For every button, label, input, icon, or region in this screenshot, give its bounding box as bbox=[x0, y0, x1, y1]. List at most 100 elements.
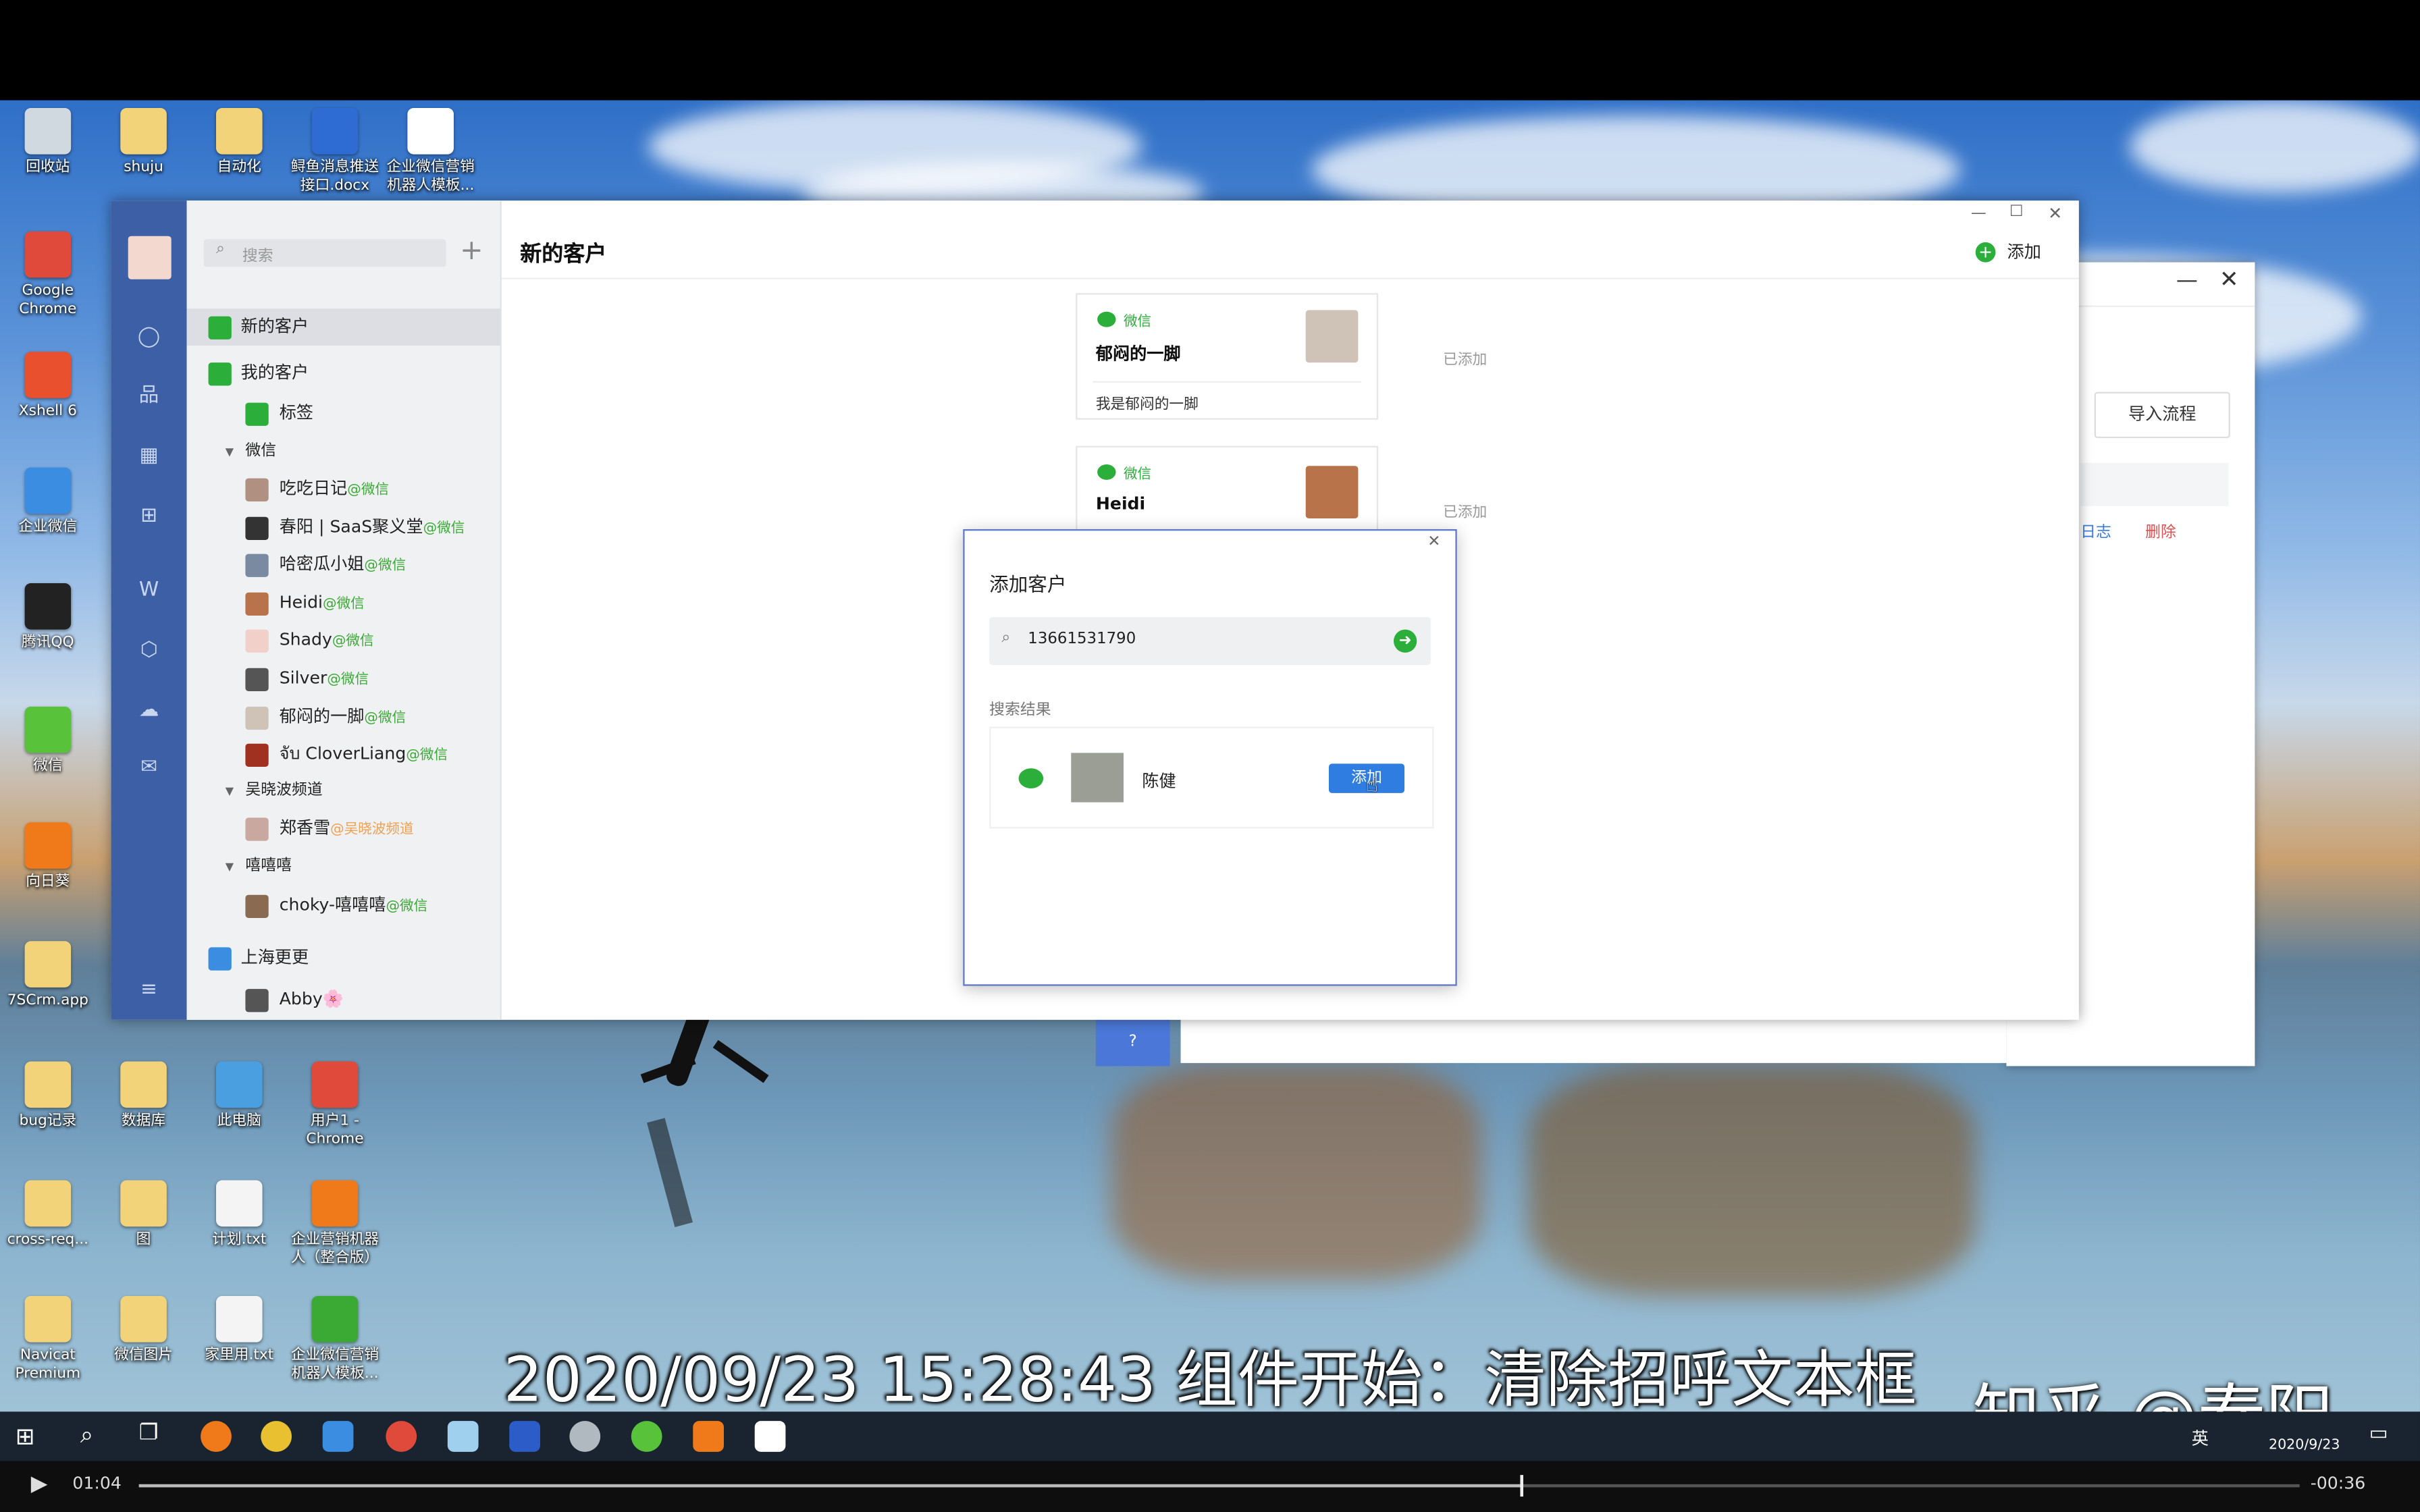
menu-icon[interactable]: ≡ bbox=[136, 977, 162, 1003]
search-go-icon[interactable]: ➜ bbox=[1393, 629, 1417, 653]
group-wechat[interactable]: ▼ 微信 bbox=[187, 433, 500, 470]
contact-avatar bbox=[245, 516, 269, 540]
chat-icon[interactable]: ◯ bbox=[136, 324, 162, 350]
add-plus-button[interactable]: + bbox=[460, 234, 483, 267]
contact-item[interactable]: Heidi@微信 bbox=[187, 585, 500, 622]
desktop-icon[interactable]: Xshell 6 bbox=[0, 352, 96, 421]
tray-date[interactable]: 2020/9/23 bbox=[2269, 1438, 2340, 1453]
taskbar-app-icon[interactable] bbox=[322, 1421, 354, 1452]
nav-tags[interactable]: 标签 bbox=[187, 395, 500, 432]
play-icon[interactable]: ▶ bbox=[31, 1472, 48, 1497]
contact-item[interactable]: choky-嘻嘻嘻@微信 bbox=[187, 887, 500, 924]
taskbar-app-icon[interactable] bbox=[509, 1421, 540, 1452]
desktop-icon[interactable]: 鲟鱼消息推送 接口.docx bbox=[287, 107, 383, 196]
contact-item[interactable]: 郑香雪@吴晓波频道 bbox=[187, 810, 500, 847]
apps-icon[interactable]: ⊞ bbox=[136, 503, 162, 529]
avatar[interactable] bbox=[128, 236, 172, 279]
contact-avatar bbox=[245, 817, 269, 841]
file-icon bbox=[24, 941, 72, 988]
notification-icon[interactable]: ▭ bbox=[2369, 1422, 2388, 1445]
ime-indicator[interactable]: 英 bbox=[2192, 1426, 2209, 1451]
windows-start-icon[interactable]: ⊞ bbox=[16, 1422, 35, 1450]
help-icon[interactable]: ? bbox=[1095, 1018, 1170, 1066]
search-icon[interactable]: ⌕ bbox=[80, 1421, 93, 1449]
desktop-icon[interactable]: shuju bbox=[96, 107, 192, 178]
docs-icon[interactable]: W bbox=[136, 577, 162, 603]
phone-search-field[interactable]: ⌕ 13661531790 ➜ bbox=[989, 617, 1431, 666]
file-icon bbox=[24, 352, 72, 398]
search-box[interactable]: ⌕ 搜索 bbox=[203, 239, 446, 267]
desktop-icon[interactable]: 自动化 bbox=[191, 107, 287, 178]
contact-item[interactable]: 吃吃日记@微信 bbox=[187, 470, 500, 508]
contact-item[interactable]: Shady@微信 bbox=[187, 622, 500, 659]
card-status: 已添加 bbox=[1443, 504, 1488, 522]
card-avatar bbox=[1305, 466, 1359, 518]
desktop-icon[interactable]: 腾讯QQ bbox=[0, 583, 96, 653]
window-close-icon[interactable]: ✕ bbox=[2048, 204, 2062, 224]
nav-new-customers[interactable]: 新的客户 bbox=[186, 308, 500, 346]
contacts-icon[interactable]: 品 bbox=[136, 383, 162, 409]
desktop-icon[interactable]: 微信 bbox=[0, 706, 96, 776]
contact-item[interactable]: 春阳 | SaaS聚义堂@微信 bbox=[187, 508, 500, 545]
file-icon bbox=[215, 107, 263, 155]
taskbar-app-icon[interactable] bbox=[447, 1421, 479, 1452]
import-flow-button[interactable]: 导入流程 bbox=[2094, 392, 2230, 439]
customer-card[interactable]: 微信 郁闷的一脚 我是郁闷的一脚 bbox=[1076, 293, 1379, 420]
taskbar-app-icon[interactable] bbox=[569, 1421, 601, 1452]
add-customer-button[interactable]: + 添加 bbox=[1975, 239, 2041, 264]
delete-link[interactable]: 删除 bbox=[2145, 518, 2176, 541]
desktop-icon[interactable]: 用户1 - Chrome bbox=[287, 1061, 383, 1150]
calendar-icon[interactable]: ▦ bbox=[136, 443, 162, 469]
taskbar-wechat-icon[interactable] bbox=[631, 1421, 662, 1452]
mouse-cursor-icon: ☝ bbox=[1365, 774, 1378, 798]
taskbar-app-icon[interactable] bbox=[261, 1421, 292, 1452]
search-icon: ⌕ bbox=[215, 240, 225, 258]
minimize-icon[interactable]: — bbox=[2176, 269, 2198, 294]
desktop-icon[interactable]: 7SCrm.app bbox=[0, 941, 96, 1010]
progress-track[interactable] bbox=[138, 1475, 2300, 1497]
workbench-icon[interactable]: ⬡ bbox=[136, 637, 162, 664]
customer-card[interactable]: 微信 Heidi bbox=[1076, 446, 1379, 542]
desktop-icon[interactable]: 向日葵 bbox=[0, 822, 96, 892]
desktop-icon[interactable]: 此电脑 bbox=[191, 1061, 287, 1131]
elapsed-time: 01:04 bbox=[72, 1473, 122, 1494]
caret-down-icon: ▼ bbox=[225, 785, 234, 798]
window-minimize-icon[interactable]: — bbox=[1971, 205, 1987, 222]
desktop-icon[interactable]: 企业微信营销 机器人模板... bbox=[383, 107, 479, 196]
task-view-icon[interactable]: ❐ bbox=[139, 1421, 159, 1446]
taskbar-app-icon[interactable] bbox=[201, 1421, 232, 1452]
contact-item[interactable]: Silver@微信 bbox=[187, 660, 500, 697]
taskbar-app-icon[interactable] bbox=[693, 1421, 724, 1452]
desktop-icon[interactable]: 回收站 bbox=[0, 107, 96, 178]
contact-item[interactable]: จับ CloverLiang@微信 bbox=[187, 736, 500, 774]
taskbar-app-icon[interactable] bbox=[754, 1421, 786, 1452]
desktop-icon[interactable]: 计划.txt bbox=[191, 1180, 287, 1250]
caret-down-icon: ▼ bbox=[225, 861, 234, 873]
contact-item[interactable]: 郁闷的一脚@微信 bbox=[187, 698, 500, 735]
cloud-icon[interactable]: ☁ bbox=[136, 697, 162, 724]
group-wuxiaobo[interactable]: ▼ 吴晓波频道 bbox=[187, 773, 500, 810]
card-message: 我是郁闷的一脚 bbox=[1095, 396, 1199, 414]
desktop-icon[interactable]: cross-req... bbox=[0, 1180, 96, 1250]
contact-item[interactable]: 哈密瓜小姐@微信 bbox=[187, 547, 500, 584]
taskbar-chrome-icon[interactable] bbox=[386, 1421, 417, 1452]
nav-shanghai-group[interactable]: 上海更更 bbox=[187, 940, 500, 977]
contact-item[interactable]: Abby🌸 bbox=[187, 981, 500, 1019]
desktop-icon[interactable]: bug记录 bbox=[0, 1061, 96, 1131]
dialog-close-icon[interactable]: ✕ bbox=[1427, 534, 1440, 551]
mail-icon[interactable]: ✉ bbox=[136, 755, 162, 781]
log-link[interactable]: 日志 bbox=[2080, 518, 2111, 541]
nav-my-customers[interactable]: 我的客户 bbox=[187, 355, 500, 392]
desktop-icon[interactable]: 企业微信 bbox=[0, 467, 96, 537]
file-icon bbox=[24, 583, 72, 630]
contact-tag: @微信 bbox=[323, 597, 365, 612]
desktop-icon[interactable]: 企业营销机器 人（整合版） bbox=[287, 1180, 383, 1268]
close-icon[interactable]: ✕ bbox=[2219, 265, 2239, 293]
main-content: 新的客户 — ☐ ✕ + 添加 微信 郁闷的一脚 我是郁闷的一脚 已添加 微信 bbox=[501, 200, 2079, 1020]
progress-handle[interactable] bbox=[1520, 1475, 1523, 1497]
desktop-icon[interactable]: 数据库 bbox=[96, 1061, 192, 1131]
group-xixixi[interactable]: ▼ 嘻嘻嘻 bbox=[187, 848, 500, 886]
desktop-icon[interactable]: Google Chrome bbox=[0, 231, 96, 319]
window-maximize-icon[interactable]: ☐ bbox=[2009, 204, 2024, 221]
desktop-icon[interactable]: 图 bbox=[96, 1180, 192, 1250]
